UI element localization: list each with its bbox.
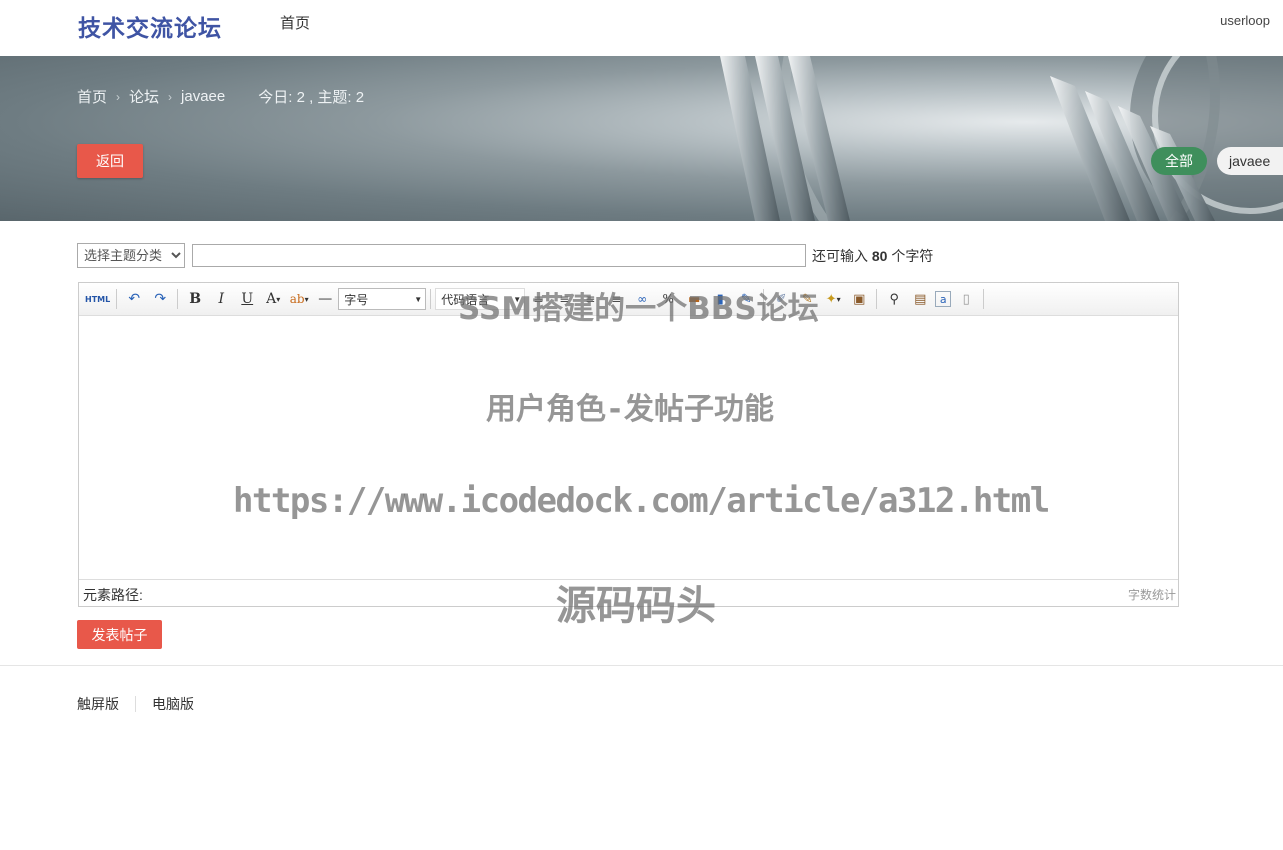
bold-icon[interactable]: B: [184, 288, 206, 310]
italic-icon[interactable]: I: [210, 288, 232, 310]
char-remaining: 还可输入 80 个字符: [812, 246, 933, 266]
video-icon[interactable]: ▮: [709, 288, 731, 310]
paste-icon[interactable]: ▤: [909, 288, 931, 310]
top-nav: 技术交流论坛 首页 userloop: [0, 0, 1283, 55]
horizontal-rule-icon[interactable]: —: [314, 288, 336, 310]
link-icon[interactable]: ∞: [631, 288, 653, 310]
forum-banner: 首页 › 论坛 › javaee 今日: 2 , 主题: 2 返回 全部 jav…: [0, 56, 1283, 221]
chevron-right-icon: ›: [168, 89, 173, 104]
chevron-right-icon: ›: [116, 89, 121, 104]
code-language-label: 代码语言: [441, 292, 490, 307]
remain-prefix: 还可输入: [812, 248, 868, 264]
attachment-icon[interactable]: ✎: [735, 288, 757, 310]
chevron-down-icon: ▼: [414, 294, 423, 304]
footer: 触屏版 电脑版: [77, 694, 194, 714]
align-center-icon[interactable]: ≡: [553, 288, 575, 310]
post-title-input[interactable]: [192, 244, 806, 267]
toolbar-divider: [116, 289, 118, 309]
pc-version-link[interactable]: 电脑版: [152, 694, 194, 714]
remain-suffix: 个字符: [891, 248, 934, 264]
unlink-icon[interactable]: %: [657, 288, 679, 310]
word-count: 字数统计: [1127, 588, 1176, 602]
underline-icon[interactable]: U: [236, 288, 258, 310]
gear-background-image: [720, 56, 1283, 221]
toolbar-divider: [177, 289, 179, 309]
breadcrumb-home[interactable]: 首页: [77, 86, 107, 107]
special-char-icon[interactable]: a: [935, 291, 952, 307]
magic-wand-icon[interactable]: ✦ ▾: [822, 288, 844, 310]
breadcrumb: 首页 › 论坛 › javaee 今日: 2 , 主题: 2: [77, 86, 364, 107]
font-size-select[interactable]: 字号 ▼: [338, 288, 427, 310]
format-brush-icon[interactable]: ✎: [796, 288, 818, 310]
eraser-icon[interactable]: ✐: [770, 288, 792, 310]
paste-text-icon[interactable]: ▣: [848, 288, 870, 310]
align-right-icon[interactable]: ≡: [579, 288, 601, 310]
nav-home-link[interactable]: 首页: [280, 12, 310, 33]
remain-count: 80: [871, 248, 888, 264]
breadcrumb-javaee[interactable]: javaee: [181, 88, 225, 105]
tag-all[interactable]: 全部: [1151, 147, 1207, 175]
breadcrumb-forum[interactable]: 论坛: [129, 86, 159, 107]
redo-icon[interactable]: ↷: [149, 288, 171, 310]
code-language-select[interactable]: 代码语言 ▼: [435, 288, 526, 310]
tag-javaee[interactable]: javaee: [1217, 147, 1283, 175]
site-logo[interactable]: 技术交流论坛: [78, 9, 222, 43]
toolbar-divider: [763, 289, 765, 309]
chevron-down-icon: ▼: [513, 294, 522, 304]
new-doc-icon[interactable]: ▯: [955, 288, 977, 310]
footer-divider: [0, 665, 1283, 666]
font-size-label: 字号: [344, 292, 369, 307]
align-justify-icon[interactable]: ≡: [605, 288, 627, 310]
image-icon[interactable]: ▬: [683, 288, 705, 310]
back-button[interactable]: 返回: [77, 144, 143, 178]
align-left-icon[interactable]: ≡: [527, 288, 549, 310]
rich-text-editor: HTML ↶ ↷ B I U A ▾ ab ▾ — 字号 ▼ 代码语言 ▼ ≡ ≡ …: [78, 282, 1179, 607]
toolbar-divider: [876, 289, 878, 309]
editor-statusbar: 元素路径: 字数统计: [79, 579, 1178, 606]
topic-category-select[interactable]: 选择主题分类: [77, 243, 185, 268]
undo-icon[interactable]: ↶: [123, 288, 145, 310]
highlight-color-icon[interactable]: ab ▾: [288, 288, 310, 310]
editor-content-area[interactable]: [79, 317, 1178, 581]
toolbar-divider: [983, 289, 985, 309]
font-color-icon[interactable]: A ▾: [262, 288, 284, 310]
element-path-label: 元素路径:: [83, 587, 143, 603]
touch-version-link[interactable]: 触屏版: [77, 694, 119, 714]
footer-separator: [135, 696, 136, 712]
user-menu[interactable]: userloop: [1220, 13, 1270, 28]
editor-toolbar: HTML ↶ ↷ B I U A ▾ ab ▾ — 字号 ▼ 代码语言 ▼ ≡ ≡ …: [79, 283, 1178, 316]
publish-post-button[interactable]: 发表帖子: [77, 620, 162, 649]
html-source-button[interactable]: HTML: [85, 288, 110, 310]
forum-stats: 今日: 2 , 主题: 2: [258, 89, 365, 106]
find-replace-icon[interactable]: ⚲: [883, 288, 905, 310]
toolbar-divider: [430, 289, 432, 309]
